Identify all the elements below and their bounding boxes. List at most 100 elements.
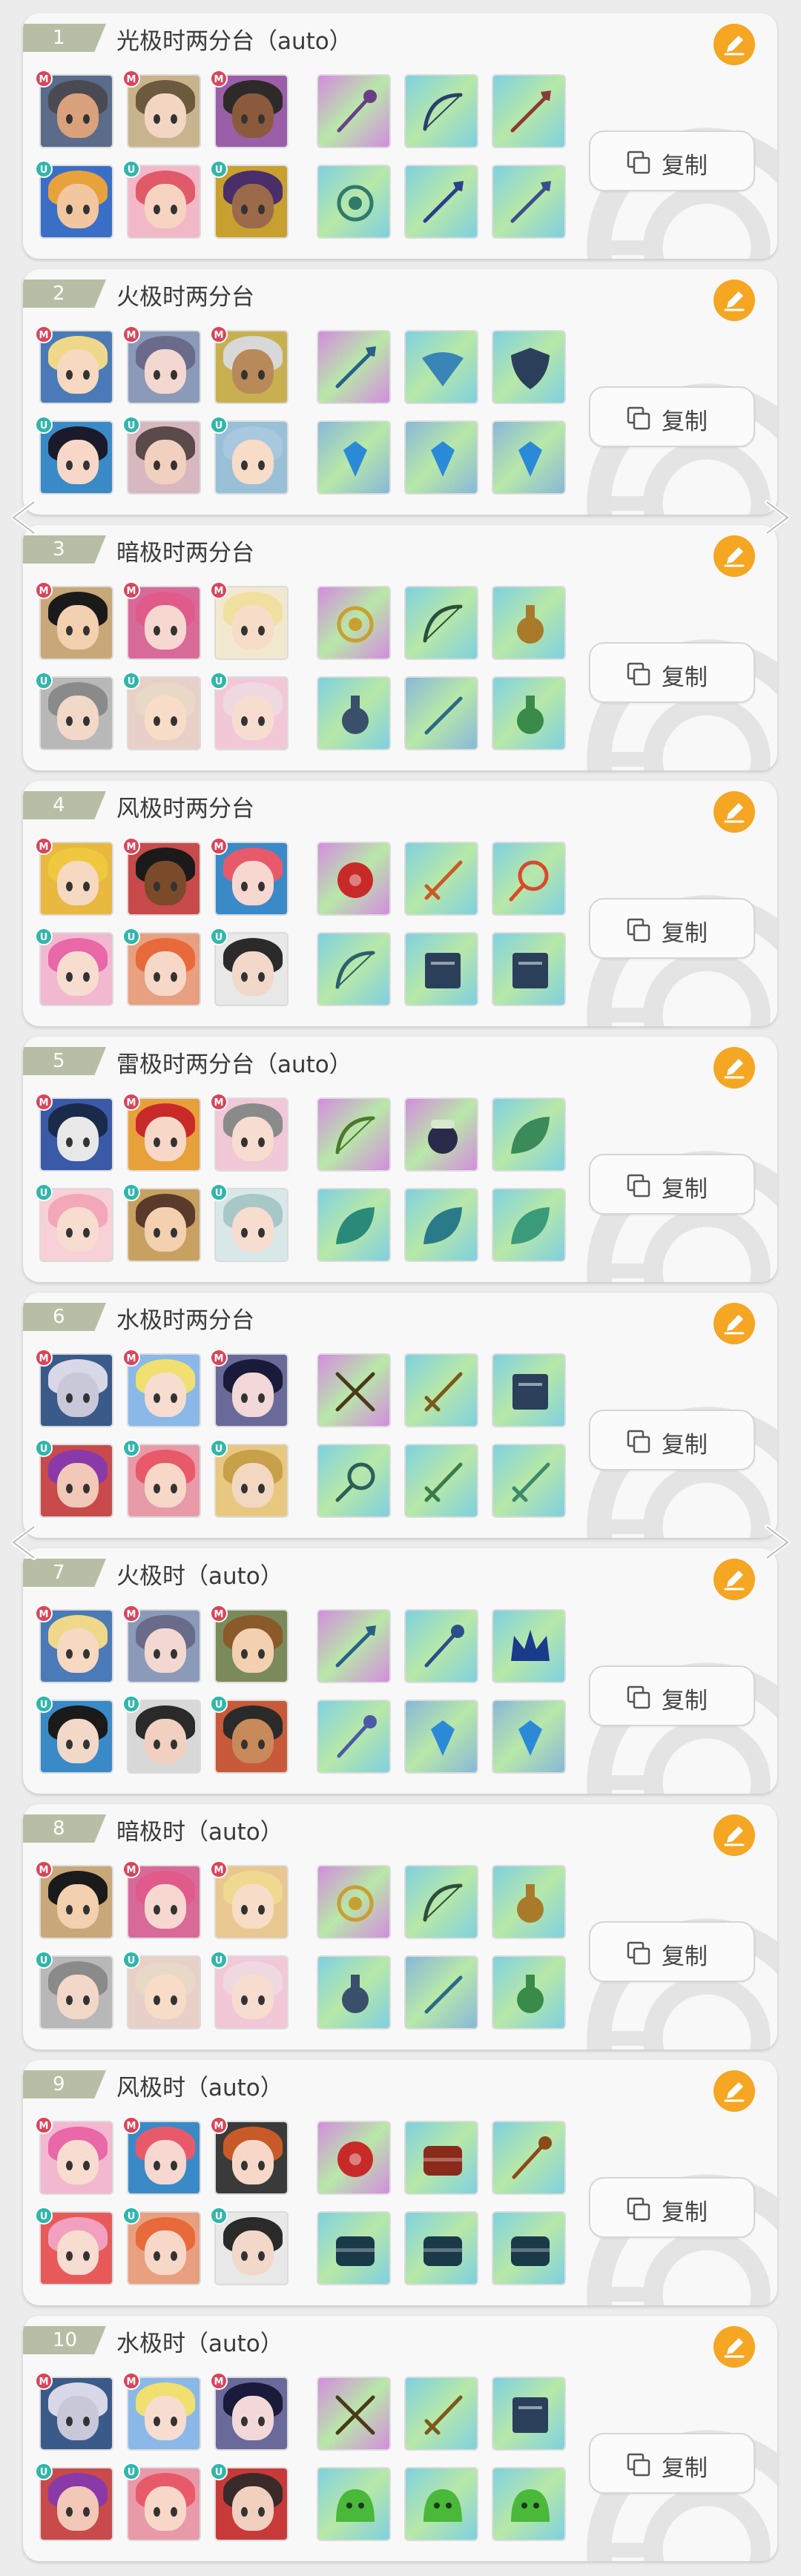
character-portrait[interactable]: U — [35, 672, 113, 750]
character-portrait[interactable]: M — [210, 70, 289, 148]
character-portrait[interactable]: M — [35, 581, 113, 660]
bottle-item[interactable] — [492, 676, 566, 750]
bottle-item[interactable] — [492, 1865, 566, 1939]
character-portrait[interactable]: U — [35, 1183, 113, 1262]
character-portrait[interactable]: M — [210, 2372, 289, 2451]
copy-button[interactable]: 复制 — [589, 1154, 755, 1215]
chest-item[interactable] — [404, 2121, 478, 2195]
chest-item[interactable] — [404, 2211, 478, 2285]
gem-item[interactable] — [492, 420, 566, 495]
crossbow-item[interactable] — [317, 1353, 391, 1427]
slime-item[interactable] — [492, 2467, 566, 2541]
copy-button[interactable]: 复制 — [589, 1921, 755, 1982]
character-portrait[interactable]: M — [210, 837, 289, 916]
character-portrait[interactable]: M — [122, 1605, 201, 1683]
sword-item[interactable] — [404, 1444, 478, 1518]
edit-button[interactable] — [713, 791, 755, 833]
edit-button[interactable] — [713, 535, 755, 577]
copy-button[interactable]: 复制 — [589, 1665, 755, 1726]
bell-item[interactable] — [404, 1097, 478, 1172]
character-portrait[interactable]: M — [122, 70, 201, 148]
book-item[interactable] — [492, 932, 566, 1006]
character-portrait[interactable]: U — [210, 1439, 289, 1518]
slime-item[interactable] — [317, 2467, 391, 2541]
edit-button[interactable] — [713, 2326, 755, 2368]
copy-button[interactable]: 复制 — [589, 2177, 755, 2238]
character-portrait[interactable]: U — [210, 672, 289, 750]
chevron-left-icon[interactable] — [4, 499, 42, 536]
character-portrait[interactable]: M — [35, 326, 113, 404]
bow-item[interactable] — [404, 74, 478, 148]
flower-item[interactable] — [317, 2121, 391, 2195]
chevron-left-icon[interactable] — [4, 1524, 42, 1561]
staff-item[interactable] — [492, 2121, 566, 2195]
character-portrait[interactable]: M — [122, 2372, 201, 2451]
chest-item[interactable] — [317, 2211, 391, 2285]
character-portrait[interactable]: M — [210, 1860, 289, 1939]
spear-item[interactable] — [317, 1609, 391, 1683]
spear-item[interactable] — [404, 165, 478, 239]
character-portrait[interactable]: U — [122, 2207, 201, 2285]
character-portrait[interactable]: M — [122, 1093, 201, 1172]
character-portrait[interactable]: M — [122, 1349, 201, 1427]
character-portrait[interactable]: M — [35, 1860, 113, 1939]
character-portrait[interactable]: M — [35, 2372, 113, 2451]
staff-item[interactable] — [317, 1700, 391, 1774]
copy-button[interactable]: 复制 — [589, 898, 755, 959]
book-item[interactable] — [404, 932, 478, 1006]
character-portrait[interactable]: M — [210, 1093, 289, 1172]
edit-button[interactable] — [713, 1303, 755, 1344]
orb-item[interactable] — [317, 165, 391, 239]
character-portrait[interactable]: M — [210, 1349, 289, 1427]
character-portrait[interactable]: U — [35, 1439, 113, 1518]
character-portrait[interactable]: U — [122, 928, 201, 1006]
character-portrait[interactable]: U — [210, 416, 289, 495]
character-portrait[interactable]: U — [210, 2463, 289, 2541]
slime-item[interactable] — [404, 2467, 478, 2541]
character-portrait[interactable]: M — [122, 581, 201, 660]
character-portrait[interactable]: U — [210, 2207, 289, 2285]
crossbow-item[interactable] — [317, 2377, 391, 2451]
character-portrait[interactable]: U — [122, 672, 201, 750]
copy-button[interactable]: 复制 — [589, 1410, 755, 1470]
bow-item[interactable] — [404, 586, 478, 660]
character-portrait[interactable]: M — [35, 1349, 113, 1427]
gem-item[interactable] — [317, 420, 391, 495]
edit-button[interactable] — [713, 280, 755, 321]
ring-item[interactable] — [492, 842, 566, 916]
character-portrait[interactable]: M — [35, 837, 113, 916]
gem-item[interactable] — [404, 1700, 478, 1774]
copy-button[interactable]: 复制 — [589, 131, 755, 191]
character-portrait[interactable]: U — [35, 2207, 113, 2285]
book-item[interactable] — [492, 2377, 566, 2451]
character-portrait[interactable]: U — [210, 160, 289, 239]
crown-item[interactable] — [492, 1609, 566, 1683]
character-portrait[interactable]: M — [122, 837, 201, 916]
leaf-item[interactable] — [492, 1097, 566, 1172]
sword-item[interactable] — [492, 1444, 566, 1518]
orb-item[interactable] — [317, 586, 391, 660]
edit-button[interactable] — [713, 2070, 755, 2112]
chevron-right-icon[interactable] — [759, 499, 797, 536]
character-portrait[interactable]: U — [122, 2463, 201, 2541]
spear-item[interactable] — [492, 74, 566, 148]
character-portrait[interactable]: M — [210, 581, 289, 660]
character-portrait[interactable]: M — [35, 70, 113, 148]
edit-button[interactable] — [713, 1559, 755, 1600]
copy-button[interactable]: 复制 — [589, 386, 755, 447]
character-portrait[interactable]: U — [122, 1695, 201, 1774]
leaf-item[interactable] — [317, 1188, 391, 1262]
chevron-right-icon[interactable] — [759, 1524, 797, 1561]
character-portrait[interactable]: U — [122, 160, 201, 239]
book-item[interactable] — [492, 1353, 566, 1427]
staff-item[interactable] — [404, 1609, 478, 1683]
character-portrait[interactable]: U — [210, 928, 289, 1006]
orb-item[interactable] — [317, 1865, 391, 1939]
character-portrait[interactable]: U — [35, 928, 113, 1006]
bow-item[interactable] — [404, 1865, 478, 1939]
gem-item[interactable] — [492, 1700, 566, 1774]
character-portrait[interactable]: U — [210, 1951, 289, 2030]
leaf-item[interactable] — [492, 1188, 566, 1262]
sword-item[interactable] — [404, 1353, 478, 1427]
edit-button[interactable] — [713, 1047, 755, 1089]
